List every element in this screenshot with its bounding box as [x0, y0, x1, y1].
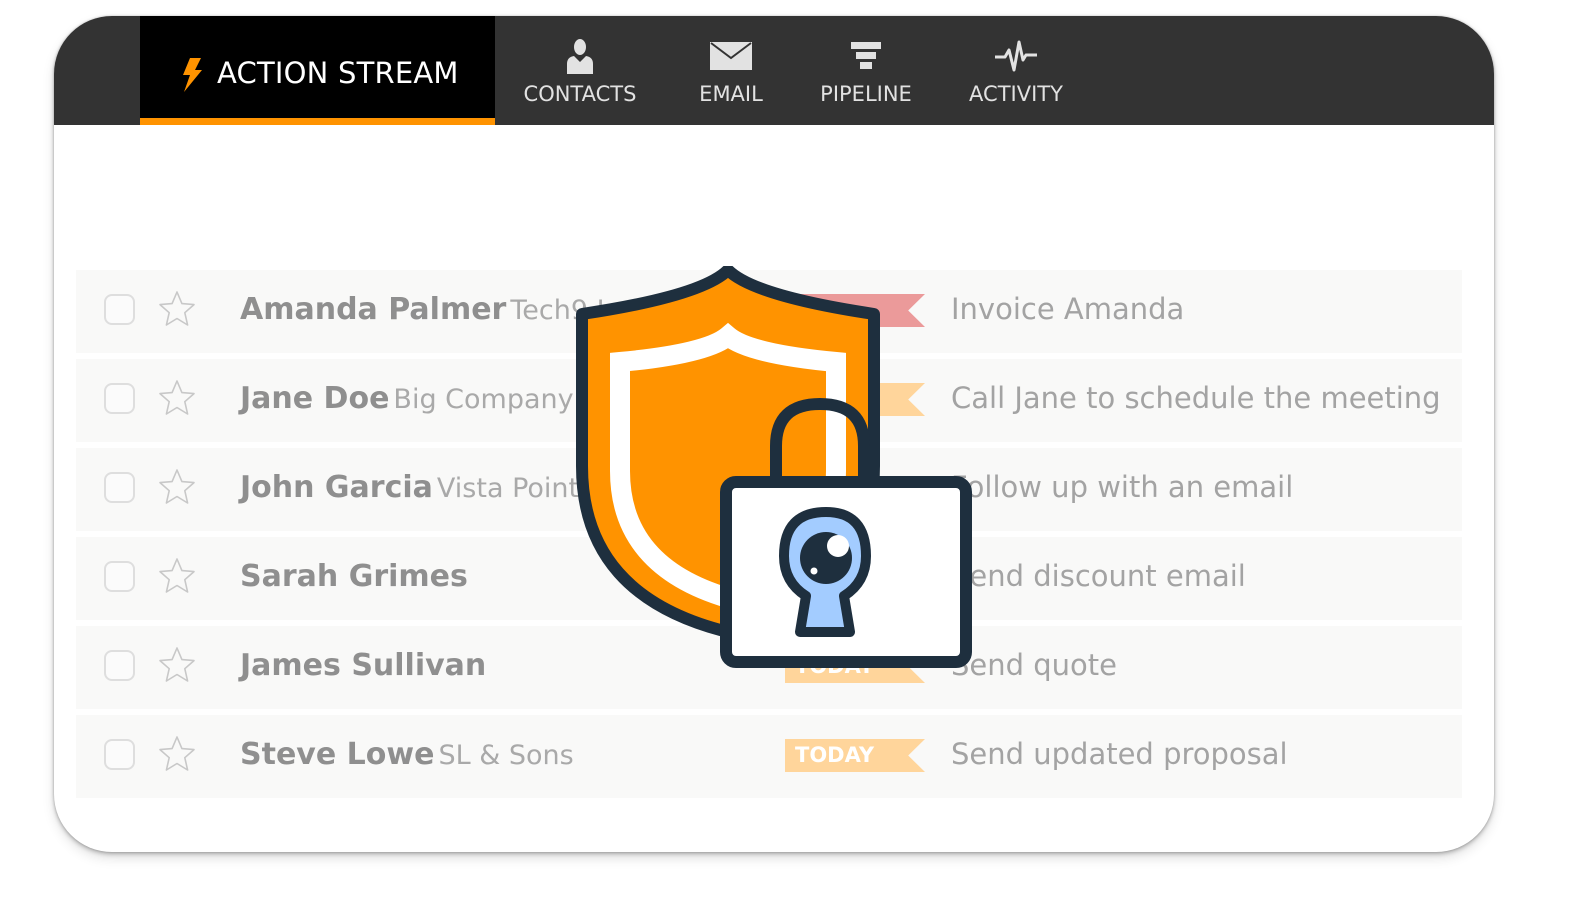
nav-tab-label: PIPELINE [820, 82, 912, 106]
app-window: ACTION STREAM CONTACTS EMAIL PIPELINE AC… [54, 16, 1494, 852]
row-checkbox[interactable] [104, 561, 135, 592]
star-icon[interactable] [158, 290, 196, 328]
nav-tab-label: ACTIVITY [969, 82, 1063, 106]
nav-tab-action-stream[interactable]: ACTION STREAM [140, 16, 495, 125]
nav-tab-email[interactable]: EMAIL [681, 16, 781, 125]
task-text[interactable]: Call Jane to schedule the meeting [951, 381, 1441, 415]
task-text[interactable]: Follow up with an email [951, 470, 1293, 504]
contact-name[interactable]: John Garcia Vista Point [240, 470, 579, 505]
nav-tab-label: EMAIL [699, 82, 763, 106]
task-text[interactable]: Send updated proposal [951, 737, 1288, 771]
funnel-icon [851, 42, 881, 69]
shield-lock-icon [576, 266, 972, 668]
envelope-icon [710, 42, 752, 70]
row-checkbox[interactable] [104, 472, 135, 503]
contact-name-text: Amanda Palmer [240, 292, 507, 327]
row-checkbox[interactable] [104, 650, 135, 681]
contact-name-text: Sarah Grimes [240, 559, 468, 594]
contact-name-text: Jane Doe [240, 381, 390, 416]
contact-name[interactable]: Steve Lowe SL & Sons [240, 737, 574, 772]
contact-name-text: John Garcia [240, 470, 433, 505]
nav-tab-label: CONTACTS [523, 82, 637, 106]
star-icon[interactable] [158, 379, 196, 417]
star-icon[interactable] [158, 557, 196, 595]
row-checkbox[interactable] [104, 739, 135, 770]
pulse-icon [995, 40, 1037, 72]
top-navbar: ACTION STREAM CONTACTS EMAIL PIPELINE AC… [54, 16, 1494, 125]
contact-name[interactable]: Sarah Grimes [240, 559, 472, 594]
row-checkbox[interactable] [104, 383, 135, 414]
person-icon [567, 39, 593, 74]
lightning-bolt-icon [183, 58, 202, 92]
due-badge: TODAY [785, 739, 925, 772]
contact-name-text: Steve Lowe [240, 737, 435, 772]
company-name: SL & Sons [438, 740, 574, 771]
contact-name[interactable]: James Sullivan [240, 648, 490, 683]
list-item[interactable]: Steve Lowe SL & Sons TODAY Send updated pro… [76, 715, 1462, 798]
company-name: Vista Point [436, 473, 580, 504]
contact-name-text: James Sullivan [240, 648, 487, 683]
star-icon[interactable] [158, 468, 196, 506]
star-icon[interactable] [158, 735, 196, 773]
row-checkbox[interactable] [104, 294, 135, 325]
star-icon[interactable] [158, 646, 196, 684]
nav-tab-contacts[interactable]: CONTACTS [520, 16, 640, 125]
nav-tab-label: ACTION STREAM [217, 56, 459, 90]
contact-name[interactable]: Jane Doe Big Company Inc [240, 381, 622, 416]
nav-tab-pipeline[interactable]: PIPELINE [811, 16, 921, 125]
nav-tab-activity[interactable]: ACTIVITY [961, 16, 1071, 125]
task-text[interactable]: Send discount email [951, 559, 1246, 593]
active-tab-indicator [140, 118, 495, 125]
